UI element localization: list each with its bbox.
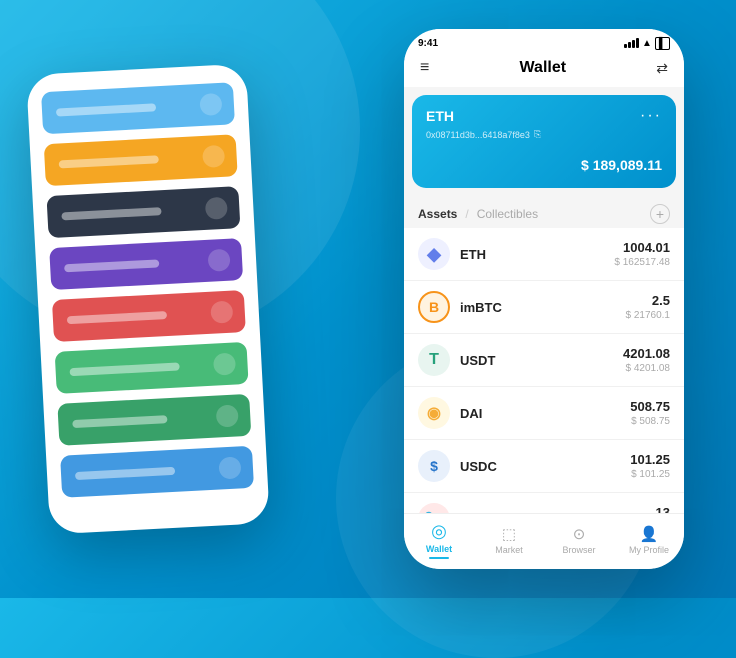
- tab-divider: /: [465, 207, 468, 221]
- eth-card: ETH ··· 0x08711d3b...6418a7f8e3 ⎘ $ 189,…: [412, 95, 676, 188]
- tft-icon: 🐦: [418, 503, 450, 513]
- status-bar: 9:41 ▲ ▌: [404, 29, 684, 53]
- nav-browser[interactable]: ⊙ Browser: [544, 525, 614, 555]
- status-icons: ▲ ▌: [624, 37, 670, 50]
- usdt-amounts: 4201.08 $ 4201.08: [623, 346, 670, 374]
- left-row-8: [60, 446, 254, 498]
- nav-active-indicator: [429, 557, 449, 559]
- eth-menu-dots[interactable]: ···: [640, 107, 662, 125]
- eth-address: 0x08711d3b...6418a7f8e3 ⎘: [426, 129, 662, 140]
- eth-amounts: 1004.01 $ 162517.48: [614, 240, 670, 268]
- usdc-icon: $: [418, 450, 450, 482]
- add-asset-button[interactable]: +: [650, 204, 670, 224]
- left-phone: [26, 64, 270, 535]
- wallet-nav-label: Wallet: [426, 544, 452, 554]
- usdt-usd: $ 4201.08: [623, 363, 670, 374]
- profile-nav-label: My Profile: [629, 545, 669, 555]
- usdt-amount: 4201.08: [623, 346, 670, 361]
- copy-icon[interactable]: ⎘: [534, 129, 541, 140]
- eth-balance: $ 189,089.11: [426, 150, 662, 176]
- asset-item-usdt[interactable]: T USDT 4201.08 $ 4201.08: [404, 334, 684, 387]
- left-row-1: [41, 82, 235, 134]
- asset-list: ◆ ETH 1004.01 $ 162517.48 B imBTC 2.5 $ …: [404, 228, 684, 513]
- wifi-icon: ▲: [642, 38, 652, 49]
- left-row-6: [55, 342, 249, 394]
- imbtc-icon: B: [418, 291, 450, 323]
- eth-usd: $ 162517.48: [614, 257, 670, 268]
- market-nav-icon: ⬚: [502, 525, 516, 543]
- left-row-3: [46, 186, 240, 238]
- eth-icon: ◆: [418, 238, 450, 270]
- bottom-nav: ◎ Wallet ⬚ Market ⊙ Browser 👤 My Profile: [404, 513, 684, 569]
- header-title: Wallet: [520, 59, 567, 77]
- eth-amount: 1004.01: [614, 240, 670, 255]
- usdt-name: USDT: [460, 353, 623, 368]
- profile-nav-icon: 👤: [640, 525, 659, 543]
- left-row-5: [52, 290, 246, 342]
- nav-market[interactable]: ⬚ Market: [474, 525, 544, 555]
- imbtc-amounts: 2.5 $ 21760.1: [626, 293, 671, 321]
- imbtc-name: imBTC: [460, 300, 626, 315]
- left-row-7: [57, 394, 251, 446]
- nav-wallet[interactable]: ◎ Wallet: [404, 521, 474, 559]
- menu-icon[interactable]: ≡: [420, 59, 429, 77]
- usdc-amounts: 101.25 $ 101.25: [630, 452, 670, 480]
- dai-amounts: 508.75 $ 508.75: [630, 399, 670, 427]
- asset-item-dai[interactable]: ◉ DAI 508.75 $ 508.75: [404, 387, 684, 440]
- battery-icon: ▌: [655, 37, 670, 50]
- dai-name: DAI: [460, 406, 630, 421]
- dai-usd: $ 508.75: [630, 416, 670, 427]
- dai-amount: 508.75: [630, 399, 670, 414]
- assets-header: Assets / Collectibles +: [404, 196, 684, 228]
- usdc-name: USDC: [460, 459, 630, 474]
- asset-item-imbtc[interactable]: B imBTC 2.5 $ 21760.1: [404, 281, 684, 334]
- asset-item-usdc[interactable]: $ USDC 101.25 $ 101.25: [404, 440, 684, 493]
- status-time: 9:41: [418, 38, 438, 49]
- imbtc-amount: 2.5: [626, 293, 671, 308]
- swap-icon[interactable]: ⇄: [656, 60, 668, 77]
- left-row-4: [49, 238, 243, 290]
- tft-amount: 13: [656, 505, 670, 513]
- usdc-amount: 101.25: [630, 452, 670, 467]
- eth-card-top: ETH ···: [426, 107, 662, 125]
- usdc-usd: $ 101.25: [630, 469, 670, 480]
- assets-tabs: Assets / Collectibles: [418, 207, 538, 221]
- asset-item-tft[interactable]: 🐦 TFT 13 0: [404, 493, 684, 513]
- left-row-2: [44, 134, 238, 186]
- phone-header: ≡ Wallet ⇄: [404, 53, 684, 87]
- eth-label: ETH: [426, 108, 454, 124]
- dai-icon: ◉: [418, 397, 450, 429]
- market-nav-label: Market: [495, 545, 523, 555]
- asset-item-eth[interactable]: ◆ ETH 1004.01 $ 162517.48: [404, 228, 684, 281]
- nav-profile[interactable]: 👤 My Profile: [614, 525, 684, 555]
- tab-assets[interactable]: Assets: [418, 207, 457, 221]
- wallet-nav-icon: ◎: [431, 521, 447, 542]
- imbtc-usd: $ 21760.1: [626, 310, 671, 321]
- signal-icon: [624, 38, 639, 48]
- tft-amounts: 13 0: [656, 505, 670, 513]
- browser-nav-icon: ⊙: [573, 525, 586, 543]
- browser-nav-label: Browser: [562, 545, 595, 555]
- right-phone: 9:41 ▲ ▌ ≡ Wallet ⇄ ETH ··· 0x08711d3b..…: [404, 29, 684, 569]
- eth-name: ETH: [460, 247, 614, 262]
- tab-collectibles[interactable]: Collectibles: [477, 207, 538, 221]
- usdt-icon: T: [418, 344, 450, 376]
